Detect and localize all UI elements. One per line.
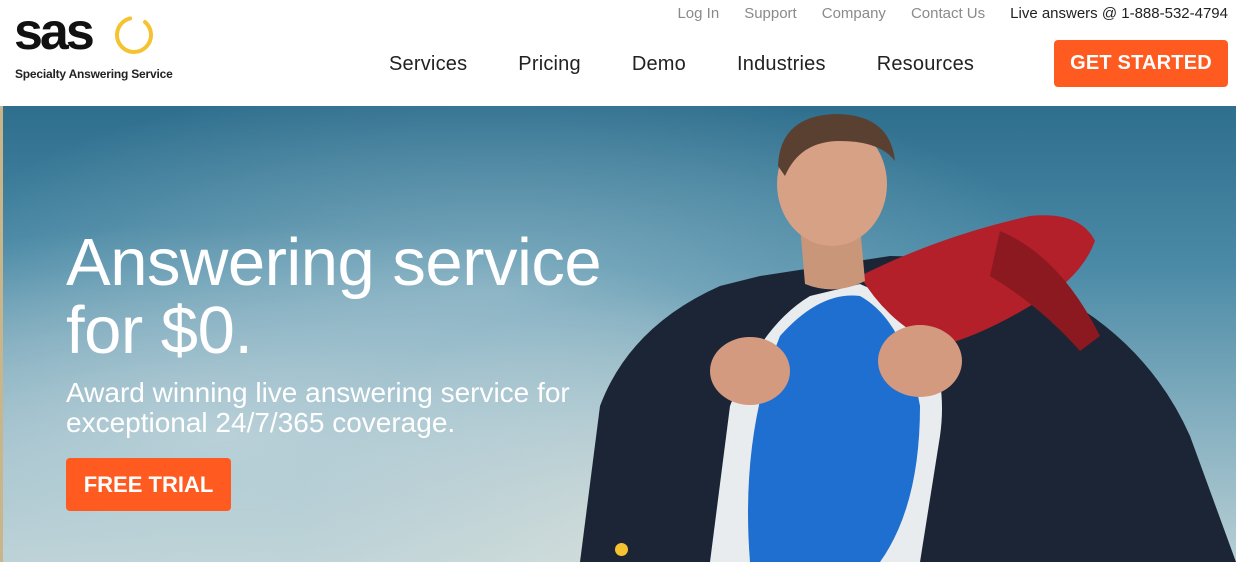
login-link[interactable]: Log In xyxy=(677,5,719,22)
hero-headline-line1: Answering service xyxy=(66,224,602,300)
hero-subtext-line2: exceptional 24/7/365 coverage. xyxy=(66,407,456,438)
logo-ring-icon xyxy=(115,16,153,54)
nav-item-demo[interactable]: Demo xyxy=(632,53,686,76)
logo-tagline: Specialty Answering Service xyxy=(15,67,173,81)
live-answers-phone[interactable]: Live answers @ 1-888-532-4794 xyxy=(1010,5,1228,22)
utility-nav: Log In Support Company Contact Us Live a… xyxy=(652,4,1228,22)
hero-subtext-line1: Award winning live answering service for xyxy=(66,377,570,408)
nav-item-services[interactable]: Services xyxy=(389,53,467,76)
company-link[interactable]: Company xyxy=(822,5,886,22)
sas-logo[interactable]: sas Specialty Answering Service xyxy=(14,6,184,84)
hero-edge-divider xyxy=(0,106,3,562)
hero-headline: Answering service for $0. xyxy=(66,228,686,368)
hero-banner: Answering service for $0. Award winning … xyxy=(0,106,1236,562)
nav-item-industries[interactable]: Industries xyxy=(737,53,826,76)
page: sas Specialty Answering Service Log In S… xyxy=(0,0,1236,562)
free-trial-button[interactable]: FREE TRIAL xyxy=(66,458,231,511)
get-started-button[interactable]: GET STARTED xyxy=(1054,40,1228,87)
site-header: sas Specialty Answering Service Log In S… xyxy=(0,0,1236,106)
hero-subtext: Award winning live answering service for… xyxy=(66,378,626,438)
carousel-dot-active[interactable] xyxy=(615,543,628,556)
nav-item-resources[interactable]: Resources xyxy=(877,53,974,76)
hero-headline-line2: for $0. xyxy=(66,292,253,368)
logo-wordmark: sas xyxy=(14,3,95,61)
support-link[interactable]: Support xyxy=(744,5,797,22)
main-nav: Services Pricing Demo Industries Resourc… xyxy=(389,50,974,78)
contact-us-link[interactable]: Contact Us xyxy=(911,5,985,22)
nav-item-pricing[interactable]: Pricing xyxy=(518,53,581,76)
